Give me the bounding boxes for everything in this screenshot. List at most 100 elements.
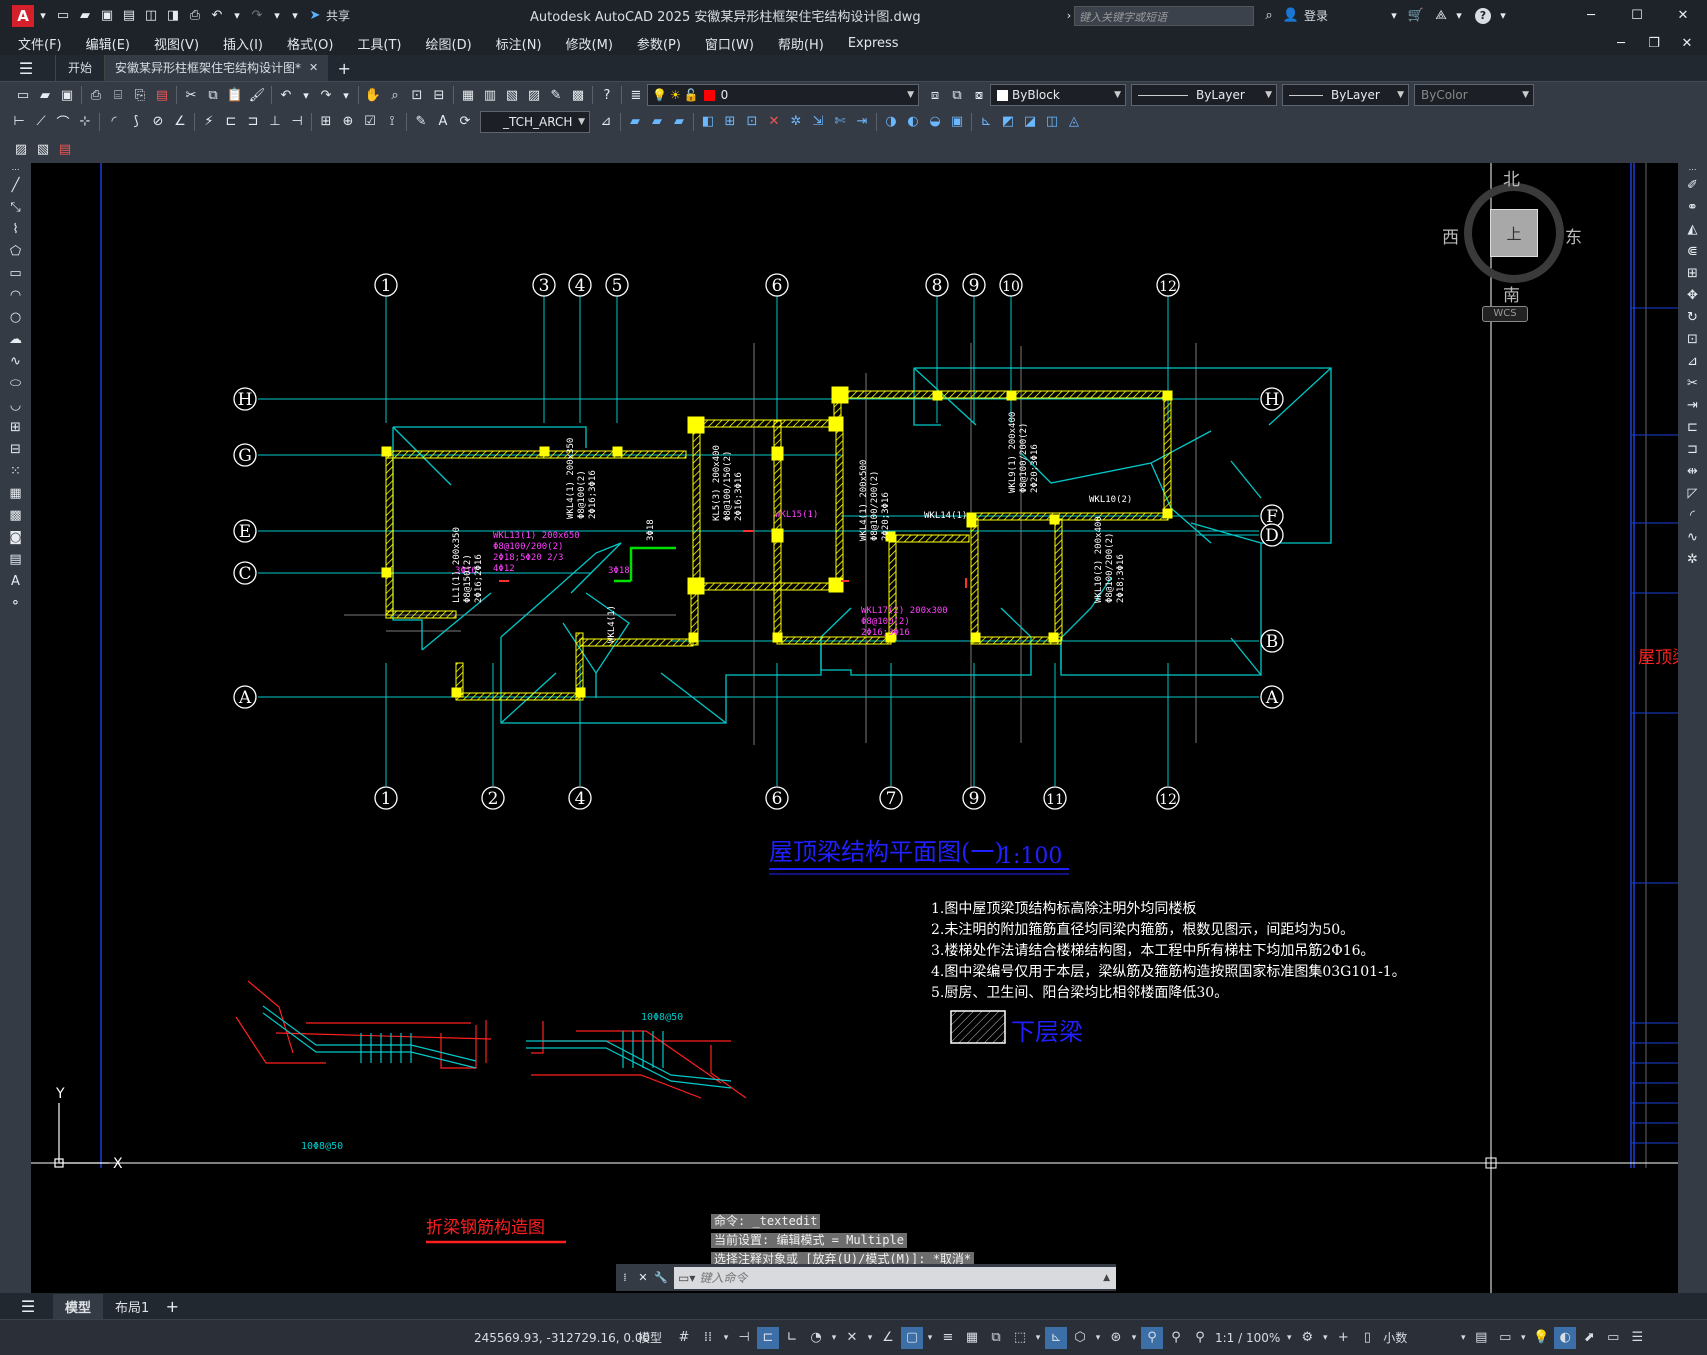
wcs-menu[interactable]: WCS: [1482, 306, 1528, 322]
offset-icon[interactable]: ⋐: [1682, 241, 1704, 261]
plot-icon[interactable]: ⎙: [86, 85, 106, 105]
dim-break-icon[interactable]: ⊣: [287, 112, 307, 132]
properties-icon[interactable]: ▦: [458, 85, 478, 105]
polar-icon[interactable]: ◔: [805, 1327, 827, 1349]
create-block-icon[interactable]: ▧: [33, 139, 53, 159]
scale-icon[interactable]: ⊡: [1682, 329, 1704, 349]
add-selected-icon[interactable]: ⚬: [5, 593, 27, 613]
layout-menu-icon[interactable]: ☰: [18, 1296, 38, 1316]
zoom-realtime-icon[interactable]: ⌕: [385, 85, 405, 105]
chamfer-icon[interactable]: ◸: [1682, 483, 1704, 503]
grip-handle-icon[interactable]: ⋯: [5, 165, 27, 174]
explode-icon[interactable]: ✲: [786, 112, 806, 132]
viewcube-south[interactable]: 南: [1503, 281, 1520, 306]
grip-handle-icon[interactable]: ⋯: [1682, 165, 1704, 174]
plotstyle-dropdown[interactable]: ByColor ▼: [1414, 84, 1534, 106]
lock-ui-icon[interactable]: ▭: [1494, 1327, 1516, 1349]
break-icon[interactable]: ⊐: [1682, 439, 1704, 459]
dynamic-input-icon[interactable]: ⊏: [757, 1326, 779, 1349]
help-icon[interactable]: ?: [1475, 7, 1491, 24]
break-point-icon[interactable]: ⊏: [1682, 417, 1704, 437]
dim-baseline-icon[interactable]: ⊏: [221, 112, 241, 132]
autodesk-app-icon[interactable]: ⟁: [1431, 6, 1451, 26]
clean-screen-icon[interactable]: ⬈: [1578, 1327, 1600, 1349]
units-value[interactable]: 小数: [1383, 1329, 1453, 1346]
tab-active-drawing[interactable]: 安徽某异形柱框架住宅结构设计图* ✕: [105, 55, 329, 81]
erase-icon[interactable]: ✕: [764, 112, 784, 132]
help-dropdown-icon[interactable]: ▾: [1495, 6, 1511, 26]
customize-qat-icon[interactable]: ▾: [287, 6, 303, 26]
block-icon[interactable]: ▣: [947, 112, 967, 132]
open-icon[interactable]: ▰: [35, 85, 55, 105]
save-icon[interactable]: ▣: [57, 85, 77, 105]
hardware-acceleration-icon[interactable]: ◐: [1554, 1326, 1577, 1349]
sheet-set-icon[interactable]: ▨: [524, 85, 544, 105]
undo-dropdown-icon[interactable]: ▾: [229, 6, 245, 26]
layer-properties-icon[interactable]: ≣: [626, 85, 646, 105]
inspect-icon[interactable]: ☑: [360, 112, 380, 132]
ellipse-arc-icon[interactable]: ◡: [5, 395, 27, 415]
dim-radius-icon[interactable]: ◜: [104, 112, 124, 132]
osnap-dropdown-icon[interactable]: ▾: [925, 1327, 935, 1349]
snap-icon[interactable]: ⁞⁞: [697, 1327, 719, 1349]
array-icon[interactable]: ⊞: [1682, 263, 1704, 283]
redo-icon[interactable]: ↷: [316, 85, 336, 105]
login-button[interactable]: 登录: [1304, 7, 1328, 24]
command-grip-icon[interactable]: ⁞: [617, 1268, 633, 1288]
stretch-icon[interactable]: ⊿: [1682, 351, 1704, 371]
selection-cycling-icon[interactable]: ⧉: [985, 1327, 1007, 1349]
doc-close-icon[interactable]: ✕: [1677, 33, 1697, 53]
menu-parametric[interactable]: 参数(P): [625, 34, 693, 53]
maximize-icon[interactable]: ☐: [1627, 6, 1647, 26]
center-mark-icon[interactable]: ⊕: [338, 112, 358, 132]
model-space-toggle[interactable]: 模型: [638, 1329, 662, 1346]
tab-close-icon[interactable]: ✕: [309, 55, 318, 81]
dim-jogged-icon[interactable]: ⟆: [126, 112, 146, 132]
dynamic-ucs-icon[interactable]: ⊾: [1045, 1326, 1067, 1349]
join-icon[interactable]: ⇹: [1682, 461, 1704, 481]
revcloud-icon[interactable]: ☁: [5, 329, 27, 349]
command-close-icon[interactable]: ✕: [635, 1268, 651, 1288]
table-style-icon[interactable]: ▤: [55, 139, 75, 159]
rectangle-icon[interactable]: ▭: [5, 263, 27, 283]
hatch-icon[interactable]: ▦: [5, 483, 27, 503]
scale-icon[interactable]: ⊡: [742, 112, 762, 132]
customize-status-icon[interactable]: ☰: [1626, 1327, 1648, 1349]
erase-icon[interactable]: ✐: [1682, 175, 1704, 195]
isodraft-icon[interactable]: ✕: [841, 1327, 863, 1349]
lineweight-icon[interactable]: ≡: [937, 1327, 959, 1349]
menu-view[interactable]: 视图(V): [142, 34, 211, 53]
quick-dim-icon[interactable]: ⚡: [199, 112, 219, 132]
polyline-icon[interactable]: ⌇: [5, 219, 27, 239]
3d-osnap-dropdown-icon[interactable]: ▾: [1033, 1327, 1043, 1349]
dim-linear-icon[interactable]: ⊢: [9, 112, 29, 132]
dim-space-icon[interactable]: ⊥: [265, 112, 285, 132]
markup-icon[interactable]: ✎: [546, 85, 566, 105]
command-history-toggle-icon[interactable]: ▲: [1103, 1273, 1110, 1283]
close-icon[interactable]: ✕: [1673, 6, 1693, 26]
auto-scale-icon[interactable]: ⚲: [1165, 1327, 1187, 1349]
new-tab-icon[interactable]: +: [334, 58, 354, 78]
color-dropdown[interactable]: ByBlock ▼: [990, 84, 1126, 106]
new-layout-icon[interactable]: +: [162, 1296, 182, 1316]
menu-window[interactable]: 窗口(W): [693, 34, 766, 53]
viewcube-top-face[interactable]: 上: [1490, 209, 1538, 257]
units-dropdown-icon[interactable]: ▾: [1458, 1327, 1468, 1349]
stretch-icon[interactable]: ⇲: [808, 112, 828, 132]
redo-dropdown-icon[interactable]: ▾: [338, 85, 354, 105]
infer-constraints-icon[interactable]: ⊣: [733, 1327, 755, 1349]
share-icon[interactable]: ➤: [305, 6, 325, 26]
tool-palettes-icon[interactable]: ▧: [502, 85, 522, 105]
publish-3d-icon[interactable]: ▤: [152, 85, 172, 105]
menu-insert[interactable]: 插入(I): [211, 34, 275, 53]
move-3d-icon[interactable]: ▰: [625, 112, 645, 132]
union-icon[interactable]: ◑: [881, 112, 901, 132]
arc-icon[interactable]: ◠: [5, 285, 27, 305]
design-center-icon[interactable]: ▥: [480, 85, 500, 105]
share-button[interactable]: 共享: [326, 7, 350, 24]
app-dropdown-icon[interactable]: ▾: [1451, 6, 1467, 26]
menu-help[interactable]: 帮助(H): [766, 34, 836, 53]
dim-edit-icon[interactable]: ✎: [411, 112, 431, 132]
login-dropdown-icon[interactable]: ▾: [1386, 6, 1402, 26]
blend-icon[interactable]: ∿: [1682, 527, 1704, 547]
